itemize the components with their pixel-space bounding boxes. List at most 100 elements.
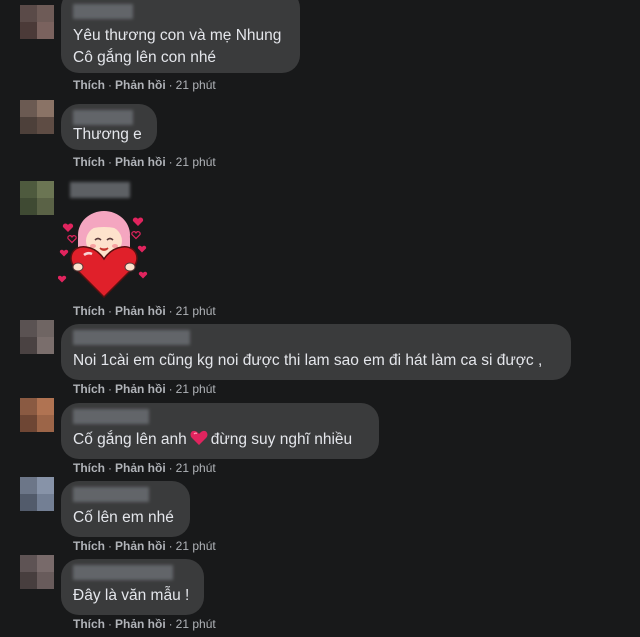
comment-bubble: Thương e — [61, 104, 157, 150]
comment-actions: Thích · Phản hồi · 21 phút — [73, 461, 216, 475]
comment-text-line: Đây là văn mẫu ! — [73, 587, 190, 604]
avatar[interactable] — [20, 100, 54, 134]
avatar-pixel — [37, 181, 54, 198]
separator: · — [168, 539, 173, 553]
comment-text-line: Noi 1cài em cũng kg noi được thi lam sao… — [73, 352, 543, 369]
avatar-pixel — [37, 117, 54, 134]
separator: · — [168, 78, 173, 92]
avatar-pixel — [20, 477, 37, 494]
timestamp[interactable]: 21 phút — [176, 382, 216, 396]
avatar-pixel — [37, 337, 54, 354]
reply-link[interactable]: Phản hồi — [115, 617, 166, 631]
avatar-pixel — [20, 415, 37, 432]
comment-actions: Thích · Phản hồi · 21 phút — [73, 78, 216, 92]
comment-bubble: Cố gắng lên anh đừng suy nghĩ nhiều — [61, 403, 379, 459]
comment-bubble: Đây là văn mẫu ! — [61, 559, 204, 615]
like-link[interactable]: Thích — [73, 617, 105, 631]
avatar-pixel — [37, 572, 54, 589]
comment-text-part: đừng suy nghĩ nhiều — [210, 431, 353, 448]
separator: · — [108, 78, 112, 92]
reply-link[interactable]: Phản hồi — [115, 304, 166, 318]
separator: · — [108, 539, 112, 553]
avatar[interactable] — [20, 5, 54, 39]
like-link[interactable]: Thích — [73, 539, 105, 553]
like-link[interactable]: Thích — [73, 155, 105, 169]
reply-link[interactable]: Phản hồi — [115, 382, 166, 396]
avatar-pixel — [37, 100, 54, 117]
timestamp[interactable]: 21 phút — [176, 155, 216, 169]
comment-bubble: Noi 1cài em cũng kg noi được thi lam sao… — [61, 324, 571, 380]
comment-bubble: Cố lên em nhé — [61, 481, 190, 537]
comment-actions: Thích · Phản hồi · 21 phút — [73, 304, 216, 318]
reply-link[interactable]: Phản hồi — [115, 155, 166, 169]
reply-link[interactable]: Phản hồi — [115, 461, 166, 475]
avatar[interactable] — [20, 320, 54, 354]
timestamp[interactable]: 21 phút — [176, 617, 216, 631]
separator: · — [168, 617, 173, 631]
avatar-pixel — [37, 415, 54, 432]
timestamp[interactable]: 21 phút — [176, 539, 216, 553]
comment-text-line: Yêu thương con và mẹ Nhung — [73, 27, 282, 44]
comment-text-line: Cố gắng lên anh đừng suy nghĩ nhiều — [73, 429, 352, 450]
avatar-pixel — [37, 198, 54, 215]
separator: · — [108, 304, 112, 318]
separator: · — [168, 304, 173, 318]
timestamp[interactable]: 21 phút — [176, 304, 216, 318]
comment-text-line: Thương e — [73, 126, 142, 143]
author-name-redacted[interactable] — [73, 409, 149, 424]
avatar-pixel — [20, 572, 37, 589]
avatar-pixel — [37, 398, 54, 415]
avatar[interactable] — [20, 181, 54, 215]
avatar-pixel — [20, 398, 37, 415]
separator: · — [108, 155, 112, 169]
avatar[interactable] — [20, 398, 54, 432]
comment-actions: Thích · Phản hồi · 21 phút — [73, 382, 216, 396]
separator: · — [108, 461, 112, 475]
avatar-pixel — [20, 5, 37, 22]
avatar-pixel — [20, 320, 37, 337]
comment-actions: Thích · Phản hồi · 21 phút — [73, 539, 216, 553]
separator: · — [168, 382, 173, 396]
separator: · — [108, 382, 112, 396]
avatar-pixel — [20, 494, 37, 511]
comment-actions: Thích · Phản hồi · 21 phút — [73, 617, 216, 631]
comment-feed: Yêu thương con và mẹ Nhung Cô gắng lên c… — [0, 0, 640, 637]
like-link[interactable]: Thích — [73, 304, 105, 318]
reply-link[interactable]: Phản hồi — [115, 78, 166, 92]
timestamp[interactable]: 21 phút — [176, 461, 216, 475]
comment-text-part: Cố gắng lên anh — [73, 431, 187, 448]
avatar-pixel — [37, 555, 54, 572]
red-heart-icon — [190, 430, 208, 445]
author-name-redacted[interactable] — [73, 330, 190, 345]
timestamp[interactable]: 21 phút — [176, 78, 216, 92]
author-name-redacted[interactable] — [73, 110, 133, 125]
comment-bubble: Yêu thương con và mẹ Nhung Cô gắng lên c… — [61, 0, 300, 73]
separator: · — [168, 461, 173, 475]
avatar-pixel — [20, 337, 37, 354]
avatar-pixel — [20, 555, 37, 572]
avatar-pixel — [20, 198, 37, 215]
comment-actions: Thích · Phản hồi · 21 phút — [73, 155, 216, 169]
reply-link[interactable]: Phản hồi — [115, 539, 166, 553]
like-link[interactable]: Thích — [73, 382, 105, 396]
avatar-pixel — [37, 5, 54, 22]
author-name-redacted[interactable] — [70, 182, 130, 198]
comment-text-line: Cô gắng lên con nhé — [73, 49, 217, 66]
avatar-pixel — [37, 320, 54, 337]
author-name-redacted[interactable] — [73, 4, 133, 19]
pink-haired-girl-hugging-heart-sticker[interactable] — [58, 207, 150, 299]
avatar-pixel — [20, 22, 37, 39]
like-link[interactable]: Thích — [73, 78, 105, 92]
author-name-redacted[interactable] — [73, 565, 173, 580]
avatar-pixel — [20, 117, 37, 134]
avatar-pixel — [37, 477, 54, 494]
separator: · — [108, 617, 112, 631]
comment-text-line: Cố lên em nhé — [73, 509, 174, 526]
avatar[interactable] — [20, 555, 54, 589]
avatar-pixel — [37, 494, 54, 511]
avatar[interactable] — [20, 477, 54, 511]
separator: · — [168, 155, 173, 169]
avatar-pixel — [20, 100, 37, 117]
author-name-redacted[interactable] — [73, 487, 149, 502]
like-link[interactable]: Thích — [73, 461, 105, 475]
